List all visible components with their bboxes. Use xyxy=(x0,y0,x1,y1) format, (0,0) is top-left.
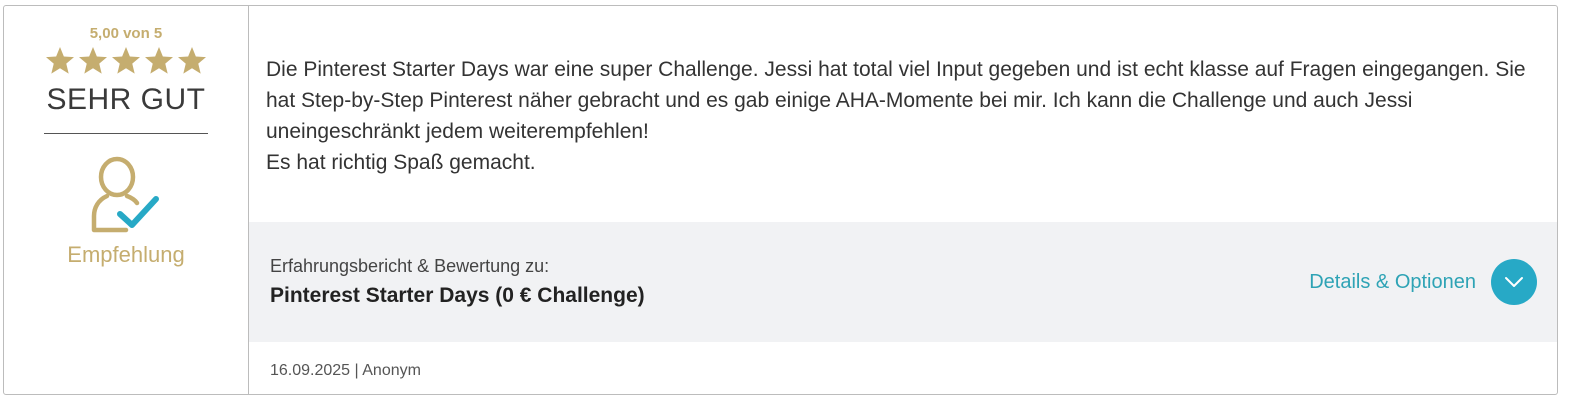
review-text: Die Pinterest Starter Days war eine supe… xyxy=(249,6,1557,222)
review-card: 5,00 von 5 SEHR GUT Empfehlung Die Pinte… xyxy=(3,5,1558,395)
rating-verdict: SEHR GUT xyxy=(46,83,206,116)
product-info: Erfahrungsbericht & Bewertung zu: Pinter… xyxy=(249,222,1557,342)
star-icon xyxy=(112,47,140,74)
product-block: Erfahrungsbericht & Bewertung zu: Pinter… xyxy=(270,255,645,309)
review-paragraph: Es hat richtig Spaß gemacht. xyxy=(266,151,536,174)
chevron-down-icon xyxy=(1505,277,1523,287)
rating-panel: 5,00 von 5 SEHR GUT Empfehlung xyxy=(4,6,249,394)
rating-score: 5,00 von 5 xyxy=(89,25,163,42)
star-icon xyxy=(178,47,206,74)
divider xyxy=(44,133,208,134)
product-label: Erfahrungsbericht & Bewertung zu: xyxy=(270,256,550,276)
review-paragraph: Die Pinterest Starter Days war eine supe… xyxy=(266,58,1526,143)
star-icon xyxy=(46,47,74,74)
review-meta: 16.09.2025 | Anonym xyxy=(270,362,421,379)
details-options-toggle[interactable]: Details & Optionen xyxy=(1309,259,1537,305)
star-rating xyxy=(44,45,208,77)
review-panel: Die Pinterest Starter Days war eine supe… xyxy=(249,6,1557,394)
details-options-label[interactable]: Details & Optionen xyxy=(1309,271,1476,294)
star-icon xyxy=(79,47,107,74)
details-options-button[interactable] xyxy=(1491,259,1537,305)
recommendation-label: Empfehlung xyxy=(67,242,185,267)
star-icon xyxy=(145,47,173,74)
user-check-icon xyxy=(91,156,159,233)
product-name: Pinterest Starter Days (0 € Challenge) xyxy=(270,284,645,307)
